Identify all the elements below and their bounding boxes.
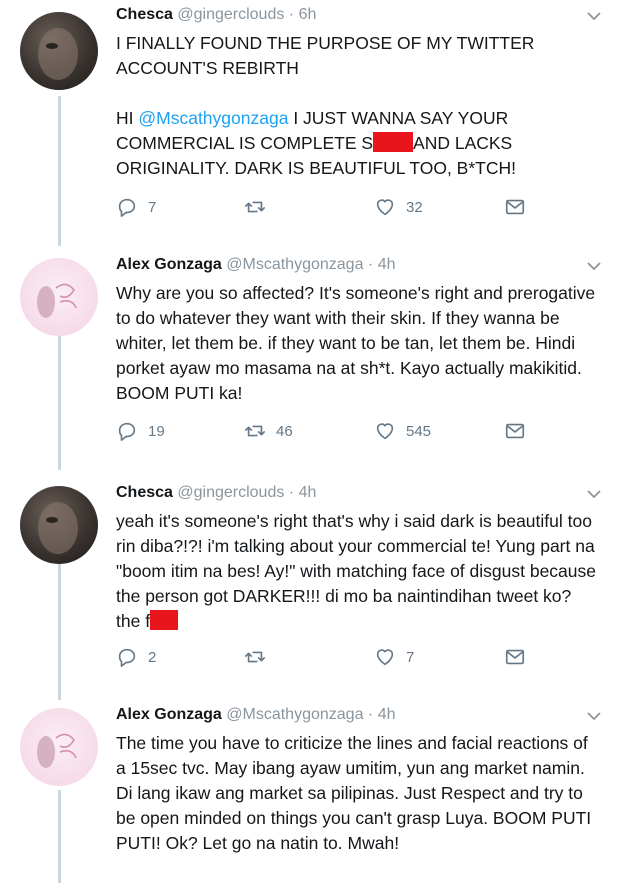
reply-button[interactable]: 2 [116, 646, 156, 668]
dm-button[interactable] [504, 646, 526, 668]
user-handle[interactable]: @Mscathygonzaga [226, 256, 363, 273]
like-icon [376, 423, 394, 440]
like-icon [376, 199, 394, 216]
retweet-icon [245, 651, 265, 663]
like-button[interactable]: 545 [374, 420, 431, 442]
dm-icon [505, 199, 525, 215]
tweet-actions: 7 32 [116, 196, 536, 220]
tweet-header: Chesca @gingerclouds · 4h [116, 484, 316, 502]
user-handle[interactable]: @gingerclouds [177, 6, 284, 23]
retweet-button[interactable]: 46 [244, 420, 293, 442]
tweet-header: Alex Gonzaga @Mscathygonzaga · 4h [116, 706, 395, 724]
like-button[interactable]: 7 [374, 646, 414, 668]
separator: · [284, 6, 299, 23]
separator: · [363, 256, 378, 273]
tweet-text: yeah it's someone's right that's why i s… [116, 509, 600, 634]
reply-count: 19 [148, 422, 165, 440]
avatar[interactable] [20, 708, 98, 786]
separator: · [284, 484, 299, 501]
mention-link[interactable]: @Mscathygonzaga [138, 108, 288, 128]
retweet-count: 46 [276, 422, 293, 440]
text-fragment: HI [116, 108, 139, 128]
tweet-actions: 2 7 [116, 646, 536, 670]
tweet[interactable]: Alex Gonzaga @Mscathygonzaga · 4h Why ar… [0, 250, 620, 475]
display-name[interactable]: Chesca [116, 484, 173, 501]
user-handle[interactable]: @Mscathygonzaga [226, 706, 363, 723]
tweet-line: I FINALLY FOUND THE PURPOSE OF MY TWITTE… [116, 33, 535, 78]
chevron-down-icon[interactable] [586, 8, 602, 24]
tweet-line: HI @Mscathygonzaga I JUST WANNA SAY YOUR… [116, 106, 600, 181]
tweet[interactable]: Chesca @gingerclouds · 4h yeah it's some… [0, 478, 620, 688]
tweet-header: Alex Gonzaga @Mscathygonzaga · 4h [116, 256, 395, 274]
chevron-down-icon[interactable] [586, 486, 602, 502]
avatar[interactable] [20, 12, 98, 90]
like-button[interactable]: 32 [374, 196, 423, 218]
retweet-button[interactable] [244, 196, 276, 218]
like-count: 32 [406, 198, 423, 216]
tweet[interactable]: Alex Gonzaga @Mscathygonzaga · 4h The ti… [0, 700, 620, 883]
retweet-button[interactable] [244, 646, 276, 668]
display-name[interactable]: Chesca [116, 6, 173, 23]
user-handle[interactable]: @gingerclouds [177, 484, 284, 501]
tweet[interactable]: Chesca @gingerclouds · 6h I FINALLY FOUN… [0, 0, 620, 240]
tweet-header: Chesca @gingerclouds · 6h [116, 6, 316, 24]
tweet-text: Why are you so affected? It's someone's … [116, 283, 596, 403]
text-fragment: yeah it's someone's right that's why i s… [116, 511, 596, 631]
display-name[interactable]: Alex Gonzaga [116, 256, 222, 273]
like-count: 7 [406, 648, 415, 666]
reply-button[interactable]: 7 [116, 196, 156, 218]
retweet-icon [245, 425, 265, 437]
like-count: 545 [406, 422, 432, 440]
reply-count: 2 [148, 648, 157, 666]
reply-icon [118, 648, 136, 667]
avatar[interactable] [20, 486, 98, 564]
tweet-text: The time you have to criticize the lines… [116, 733, 592, 853]
timestamp[interactable]: 4h [378, 706, 396, 723]
reply-icon [118, 198, 136, 217]
timestamp[interactable]: 6h [299, 6, 317, 23]
dm-button[interactable] [504, 196, 526, 218]
separator: · [363, 706, 378, 723]
chevron-down-icon[interactable] [586, 258, 602, 274]
dm-button[interactable] [504, 420, 526, 442]
reply-button[interactable]: 19 [116, 420, 165, 442]
chevron-down-icon[interactable] [586, 708, 602, 724]
like-icon [376, 649, 394, 666]
redaction-box [150, 610, 179, 630]
reply-icon [118, 422, 136, 441]
reply-count: 7 [148, 198, 157, 216]
dm-icon [505, 649, 525, 665]
dm-icon [505, 423, 525, 439]
redaction-box [373, 132, 414, 152]
display-name[interactable]: Alex Gonzaga [116, 706, 222, 723]
retweet-icon [245, 201, 265, 213]
avatar[interactable] [20, 258, 98, 336]
timestamp[interactable]: 4h [378, 256, 396, 273]
tweet-text: I FINALLY FOUND THE PURPOSE OF MY TWITTE… [116, 31, 600, 181]
timestamp[interactable]: 4h [299, 484, 317, 501]
tweet-actions: 19 46 545 [116, 420, 536, 444]
